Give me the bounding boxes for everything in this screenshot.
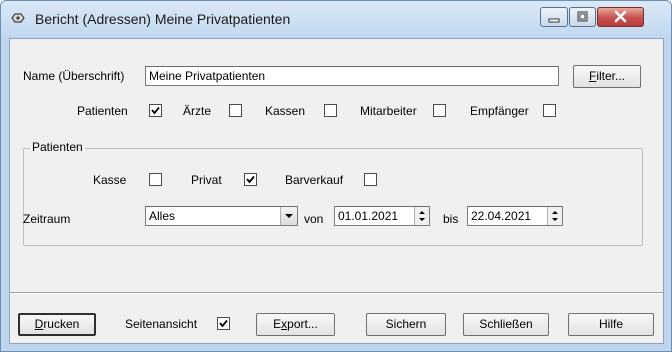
footer-separator <box>10 292 663 294</box>
window-title: Bericht (Adressen) Meine Privatpatienten <box>35 11 291 27</box>
maximize-icon <box>577 11 588 22</box>
recipient-kassen-checkbox[interactable] <box>324 104 337 117</box>
von-label: von <box>304 212 324 226</box>
recipient-aerzte-label: Ärzte <box>183 104 212 118</box>
close-icon <box>614 10 627 23</box>
option-barverkauf-checkbox[interactable] <box>364 173 377 186</box>
export-button-label: port... <box>287 317 318 331</box>
von-date-spinner[interactable] <box>414 207 429 225</box>
title-bar[interactable]: Bericht (Adressen) Meine Privatpatienten <box>1 1 671 37</box>
minimize-icon <box>548 18 560 23</box>
filter-button[interactable]: Filter... <box>573 65 641 88</box>
bis-date-spinner[interactable] <box>547 207 562 225</box>
patienten-group-box <box>23 148 643 246</box>
drucken-button-mnemonic: D <box>34 317 44 331</box>
export-button[interactable]: Export... <box>256 313 335 336</box>
drucken-button[interactable]: Drucken <box>18 313 96 336</box>
zeitraum-dropdown-button[interactable] <box>280 207 297 225</box>
seitenansicht-label: Seitenansicht <box>125 317 198 331</box>
recipient-mitarbeiter-checkbox[interactable] <box>433 104 446 117</box>
recipient-kassen-label: Kassen <box>265 104 306 118</box>
recipient-mitarbeiter-label: Mitarbeiter <box>360 104 417 118</box>
schliessen-button[interactable]: Schließen <box>463 313 549 336</box>
report-icon <box>11 13 25 23</box>
export-button-prefix: E <box>273 317 282 331</box>
dialog-window: Bericht (Adressen) Meine Privatpatienten… <box>0 0 672 352</box>
maximize-button[interactable] <box>569 7 596 27</box>
seitenansicht-checkbox[interactable] <box>217 317 230 330</box>
bis-label: bis <box>443 212 459 226</box>
checkmark-icon <box>246 175 255 184</box>
von-date-input[interactable]: 01.01.2021 <box>334 206 430 226</box>
option-privat-label: Privat <box>191 173 222 187</box>
drucken-button-label: rucken <box>43 317 80 331</box>
zeitraum-label: Zeitraum <box>23 212 71 226</box>
close-button[interactable] <box>597 7 644 27</box>
filter-button-label: ilter... <box>596 69 626 83</box>
spin-arrows-icon <box>419 211 425 221</box>
dialog-client-area: Name (Überschrift) Meine Privatpatienten… <box>9 38 664 344</box>
sichern-button[interactable]: Sichern <box>366 313 446 336</box>
checkmark-icon <box>219 319 228 328</box>
patienten-group-title: Patienten <box>30 139 85 155</box>
chevron-down-icon <box>285 214 293 218</box>
recipient-patienten-checkbox[interactable] <box>149 104 162 117</box>
bis-date-value: 22.04.2021 <box>471 209 532 223</box>
recipient-patienten-label: Patienten <box>77 104 128 118</box>
minimize-button[interactable] <box>540 7 568 27</box>
zeitraum-value: Alles <box>149 209 176 223</box>
von-date-value: 01.01.2021 <box>338 209 399 223</box>
recipient-aerzte-checkbox[interactable] <box>229 104 242 117</box>
option-barverkauf-label: Barverkauf <box>285 173 344 187</box>
spin-arrows-icon <box>552 211 558 221</box>
recipient-empfaenger-checkbox[interactable] <box>543 104 556 117</box>
option-kasse-checkbox[interactable] <box>149 173 162 186</box>
hilfe-button[interactable]: Hilfe <box>568 313 654 336</box>
checkmark-icon <box>151 106 160 115</box>
name-label: Name (Überschrift) <box>23 69 125 83</box>
zeitraum-select[interactable]: Alles <box>145 206 298 226</box>
option-privat-checkbox[interactable] <box>244 173 257 186</box>
option-kasse-label: Kasse <box>93 173 127 187</box>
name-input[interactable]: Meine Privatpatienten <box>145 66 559 86</box>
bis-date-input[interactable]: 22.04.2021 <box>467 206 563 226</box>
recipient-empfaenger-label: Empfänger <box>470 104 529 118</box>
